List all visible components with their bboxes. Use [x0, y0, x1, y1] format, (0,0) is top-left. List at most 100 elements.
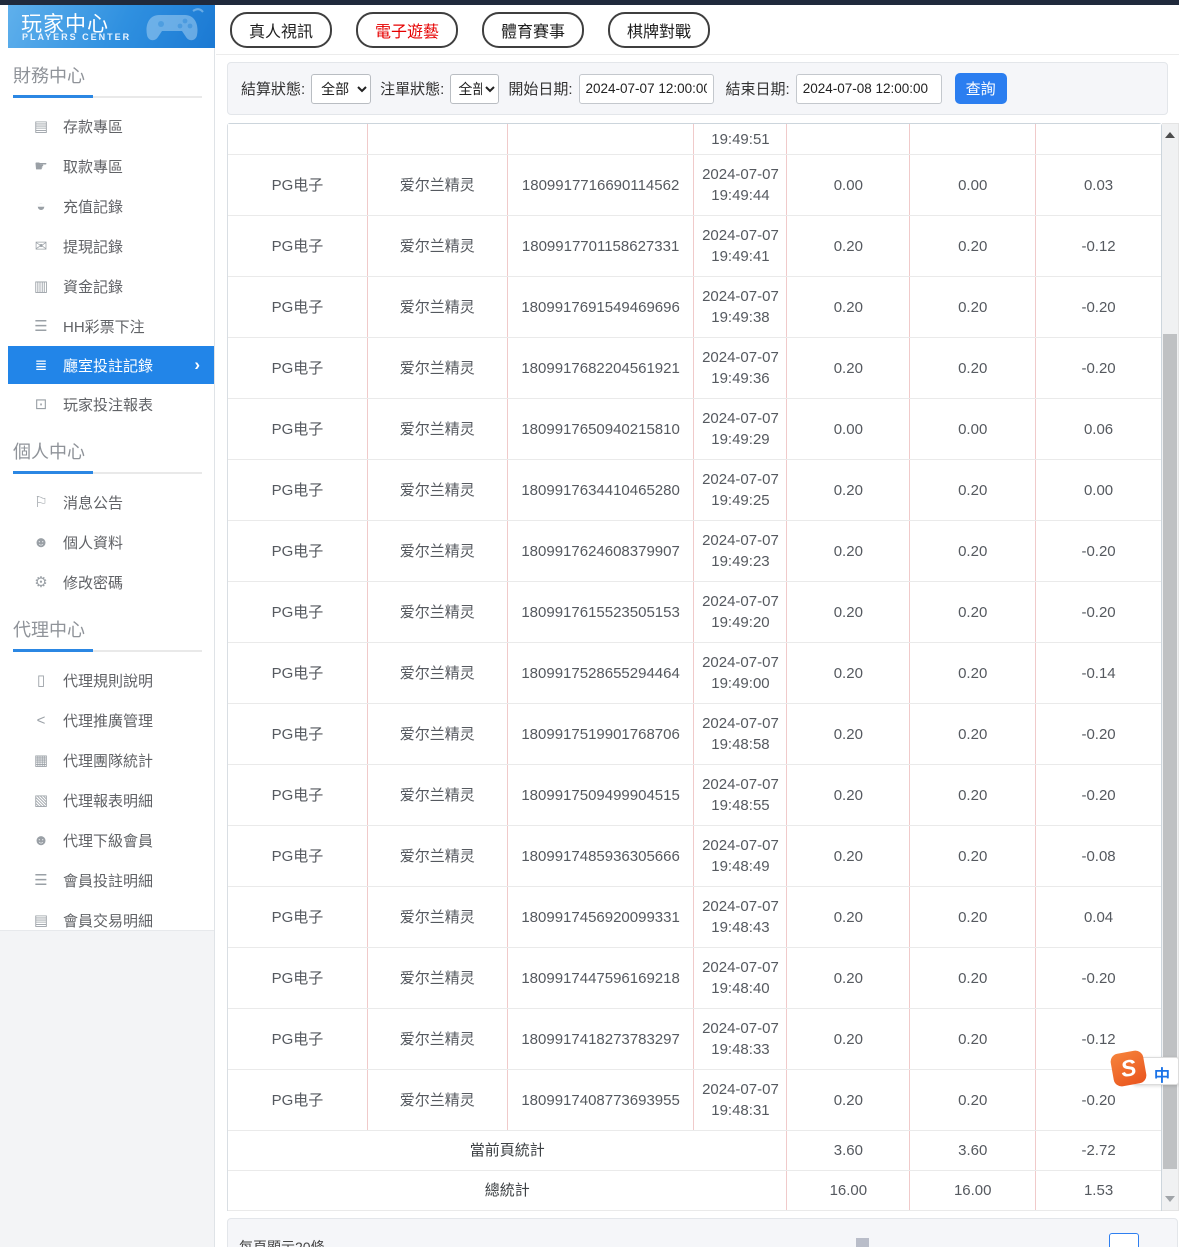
scroll-down-icon[interactable]: [1165, 1196, 1175, 1202]
cell-valid-bet: [910, 124, 1037, 154]
pagination-current-page[interactable]: [1109, 1233, 1139, 1247]
order-status-select[interactable]: 全部: [450, 73, 500, 104]
sidebar-item-deposit-area[interactable]: ▤ 存款專區: [8, 106, 214, 146]
scroll-up-icon[interactable]: [1165, 132, 1175, 138]
cell-provider: PG电子: [228, 521, 368, 581]
cell-bet-id: 1809917615523505153: [508, 582, 695, 642]
sidebar-item-hh-lottery-bets[interactable]: ☰ HH彩票下注: [8, 306, 214, 346]
cell-profit: -0.08: [1081, 847, 1116, 865]
cell-bet-amount: 0.20: [787, 1070, 911, 1130]
cell-bet-id: 1809917418273783297: [508, 1009, 695, 1069]
sidebar-item-recharge-records[interactable]: ◒ 充值記錄: [8, 186, 214, 226]
ime-chinese-mode-label[interactable]: 中: [1154, 1062, 1170, 1086]
bet-time: 19:48:33: [711, 1041, 770, 1058]
sidebar-item-member-bet-details[interactable]: ☰ 會員投註明細: [8, 860, 214, 900]
tab-live-casino[interactable]: 真人視訊: [230, 11, 333, 48]
cell-profit: 0.03: [1083, 176, 1114, 194]
bet-time: 19:48:40: [711, 980, 770, 997]
cell-datetime: 2024-07-07 19:48:40: [694, 948, 788, 1008]
cell-game: 爱尔兰精灵: [368, 521, 508, 581]
bet-time: 19:48:43: [711, 919, 770, 936]
sidebar-item-label: 提現記錄: [63, 238, 124, 256]
bet-date: 2024-07-07: [702, 715, 779, 732]
cell-bet-amount: 0.00: [787, 155, 911, 215]
cell-bet-amount: 0.20: [787, 521, 911, 581]
gamepad-icon: [141, 7, 207, 48]
sidebar-item-label: 代理團隊統計: [63, 752, 154, 770]
cell-datetime: 2024-07-07 19:49:44: [694, 155, 788, 215]
sidebar-item-profile[interactable]: ☻ 個人資料: [8, 522, 214, 562]
bet-date: 2024-07-07: [702, 837, 779, 854]
cell-bet-id: 1809917519901768706: [508, 704, 695, 764]
table-row: PG电子 爱尔兰精灵 1809917624608379907 2024-07-0…: [228, 521, 1161, 582]
cell-valid-bet: 0.20: [910, 277, 1037, 337]
summary-bet-amount: 16.00: [787, 1171, 911, 1210]
sidebar-empty-area: [0, 930, 214, 1247]
cell-game: 爱尔兰精灵: [368, 704, 508, 764]
bet-time: 19:49:25: [711, 492, 770, 509]
cell-bet-amount: 0.20: [787, 948, 911, 1008]
sidebar-item-label: 代理規則說明: [63, 672, 154, 690]
scrollbar-thumb[interactable]: [1163, 334, 1177, 1169]
sidebar-item-agent-rules[interactable]: ▯ 代理規則說明: [8, 660, 214, 700]
sidebar-item-withdrawal-records[interactable]: ✉ 提現記錄: [8, 226, 214, 266]
sidebar-item-announcements[interactable]: ⚐ 消息公告: [8, 482, 214, 522]
tab-electronic-games[interactable]: 電子遊藝: [356, 11, 459, 48]
cell-datetime: 2024-07-07 19:49:20: [694, 582, 788, 642]
cell-profit: [1036, 124, 1161, 154]
sidebar-item-agent-promotion[interactable]: < 代理推廣管理: [8, 700, 214, 740]
sidebar-item-label: 玩家投注報表: [63, 396, 154, 414]
summary-valid-bet: 16.00: [910, 1171, 1037, 1210]
sidebar-item-agent-report-details[interactable]: ▧ 代理報表明細: [8, 780, 214, 820]
sidebar-item-label: 消息公告: [63, 494, 124, 512]
tab-sports[interactable]: 體育賽事: [482, 11, 585, 48]
sidebar-item-funds-records[interactable]: ▥ 資金記錄: [8, 266, 214, 306]
cell-profit: 0.06: [1083, 420, 1114, 438]
bet-date: 2024-07-07: [702, 1020, 779, 1037]
search-button[interactable]: 查詢: [954, 73, 1007, 104]
cell-valid-bet: 0.20: [910, 1009, 1037, 1069]
summary-row: 當前頁統計 3.60 3.60 -2.72: [228, 1131, 1161, 1171]
cell-bet-amount: 0.20: [787, 216, 911, 276]
sidebar-item-change-password[interactable]: ⚙ 修改密碼: [8, 562, 214, 602]
sidebar-item-hall-bet-records[interactable]: ≣ 廳室投註記錄 ›: [8, 346, 214, 384]
table-row: PG电子 爱尔兰精灵 1809917509499904515 2024-07-0…: [228, 765, 1161, 826]
table-row: PG电子 爱尔兰精灵 1809917456920099331 2024-07-0…: [228, 887, 1161, 948]
sidebar-item-agent-team-stats[interactable]: ▦ 代理團隊統計: [8, 740, 214, 780]
filter-panel: 結算狀態: 全部 注單狀態: 全部 開始日期: 結束日期: 查詢: [227, 62, 1168, 115]
cell-datetime: 2024-07-07 19:49:36: [694, 338, 788, 398]
sidebar-item-label: 會員投註明細: [63, 872, 154, 890]
footer-element: [856, 1238, 869, 1247]
cell-bet-amount: 0.20: [787, 338, 911, 398]
pagination-bar: 每頁顯示20條: [227, 1218, 1178, 1247]
sogou-logo-icon[interactable]: S: [1109, 1049, 1148, 1088]
end-date-input[interactable]: [795, 73, 942, 104]
page-size-label: 每頁顯示20條: [239, 1239, 325, 1247]
cell-datetime: 2024-07-07 19:49:38: [694, 277, 788, 337]
sidebar: 玩家中心 PLAYERS CENTER 財務中心 ▤ 存款專區 ☛ 取款專區 ◒…: [0, 5, 215, 1247]
cell-provider: PG电子: [228, 643, 368, 703]
cell-bet-amount: 0.00: [787, 399, 911, 459]
cell-valid-bet: 0.20: [910, 582, 1037, 642]
cell-valid-bet: 0.20: [910, 216, 1037, 276]
settle-status-select[interactable]: 全部: [311, 73, 372, 104]
cell-valid-bet: 0.20: [910, 826, 1037, 886]
settle-status-label: 結算狀態:: [241, 81, 306, 98]
cell-datetime: 2024-07-07 19:48:58: [694, 704, 788, 764]
cell-provider: PG电子: [228, 338, 368, 398]
start-date-input[interactable]: [578, 73, 714, 104]
sidebar-item-withdraw-area[interactable]: ☛ 取款專區: [8, 146, 214, 186]
bet-time: 19:49:20: [711, 614, 770, 631]
sidebar-item-agent-sub-members[interactable]: ☻ 代理下級會員: [8, 820, 214, 860]
cell-provider: PG电子: [228, 399, 368, 459]
vertical-scrollbar[interactable]: [1162, 123, 1179, 1211]
tab-board-games[interactable]: 棋牌對戰: [608, 11, 711, 48]
sidebar-item-player-bet-report[interactable]: ⊡ 玩家投注報表: [8, 384, 214, 424]
section-accent-bar: [13, 95, 93, 98]
funds-record-icon: ▥: [33, 278, 49, 295]
cell-valid-bet: 0.20: [910, 765, 1037, 825]
bet-date: 2024-07-07: [702, 593, 779, 610]
cell-game: 爱尔兰精灵: [368, 948, 508, 1008]
cell-valid-bet: 0.20: [910, 460, 1037, 520]
table-body: 19:49:51 PG电子 爱尔兰精灵 1809917716690114562 …: [227, 123, 1162, 1211]
